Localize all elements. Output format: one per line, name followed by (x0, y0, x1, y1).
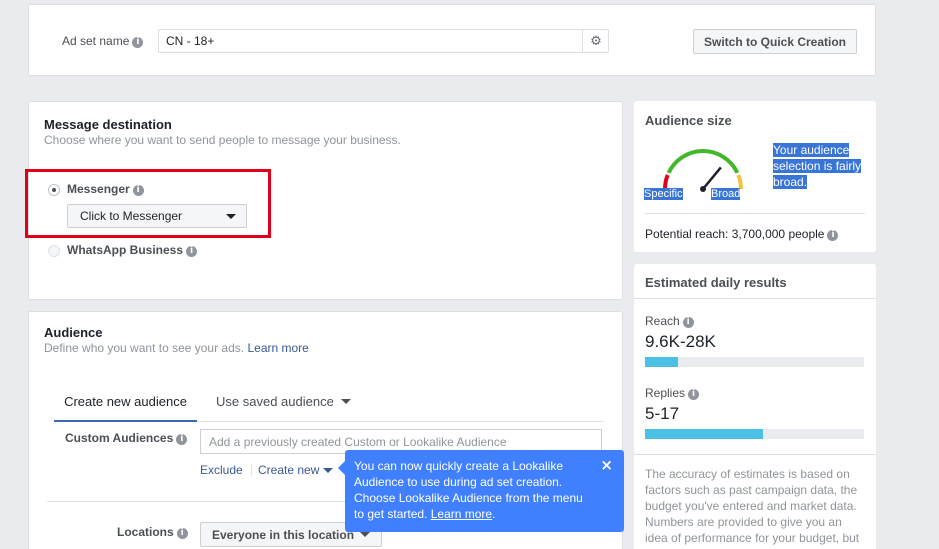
audience-learn-more-link[interactable]: Learn more (247, 341, 308, 355)
audience-title: Audience (44, 325, 103, 340)
whatsapp-option-label: WhatsApp Business i (67, 243, 198, 257)
audience-size-description: Your audience selection is fairly broad. (773, 143, 862, 189)
potential-reach: Potential reach: 3,700,000 people i (645, 227, 839, 241)
switch-quick-creation-button[interactable]: Switch to Quick Creation (693, 29, 857, 54)
reach-label: Reach i (645, 314, 694, 328)
audience-size-title: Audience size (645, 113, 732, 128)
tooltip-learn-more-link[interactable]: Learn more (431, 507, 492, 521)
gear-icon: ⚙ (590, 33, 602, 49)
link-separator: | (250, 462, 254, 476)
chevron-down-icon (226, 213, 236, 219)
gauge-label-broad: Broad (711, 188, 741, 200)
locations-label: Locations i (117, 525, 188, 539)
info-icon: i (688, 389, 700, 400)
create-new-link[interactable]: Create new (258, 463, 333, 477)
gauge-hub (700, 186, 706, 192)
close-icon[interactable]: × (600, 457, 613, 473)
chevron-down-icon (341, 399, 352, 404)
messenger-option-label: Messenger i (67, 182, 144, 196)
message-destination-card: Message destination Choose where you wan… (25, 101, 623, 300)
info-icon: i (682, 317, 694, 328)
adset-name-input[interactable]: CN - 18+ (158, 29, 609, 53)
message-destination-title: Message destination (44, 117, 172, 132)
adset-name-settings[interactable]: ⚙ (582, 29, 609, 53)
chevron-down-icon (360, 532, 371, 537)
info-icon: i (132, 185, 144, 196)
adset-name-label: Ad set name i (62, 34, 144, 48)
info-icon: i (186, 246, 198, 257)
gauge-label-specific: Specific (644, 188, 683, 200)
reach-bar (645, 357, 864, 367)
exclude-link[interactable]: Exclude (200, 463, 243, 477)
divider (645, 213, 865, 214)
audience-tabs: Create new audience Use saved audience (54, 386, 604, 422)
replies-value: 5-17 (645, 404, 680, 423)
estimated-daily-results-title: Estimated daily results (645, 275, 787, 290)
info-icon: i (176, 434, 188, 445)
message-destination-subtitle: Choose where you want to send people to … (44, 133, 401, 147)
reach-value: 9.6K-28K (645, 332, 716, 351)
messenger-type-dropdown[interactable]: Click to Messenger (67, 204, 247, 228)
info-icon: i (176, 528, 188, 539)
lookalike-tooltip: You can now quickly create a Lookalike A… (338, 450, 624, 532)
estimated-daily-results-card: Estimated daily results Reach i 9.6K-28K … (634, 264, 876, 549)
gauge-segment-specific (663, 174, 670, 190)
info-icon: i (132, 37, 144, 48)
audience-size-card: Audience size Specific Broad Your audien… (634, 101, 876, 252)
tooltip-arrow (338, 461, 345, 475)
radio-whatsapp[interactable] (48, 245, 60, 257)
radio-dot (52, 188, 56, 192)
audience-subtitle: Define who you want to see your ads. (44, 341, 245, 355)
replies-bar (645, 429, 864, 439)
audience-subtitle-row: Define who you want to see your ads. Lea… (44, 341, 309, 355)
chevron-down-icon (322, 468, 333, 473)
gauge-segment-ideal (666, 149, 740, 174)
tab-create-new-audience[interactable]: Create new audience (54, 386, 197, 422)
replies-bar-fill (645, 429, 764, 439)
custom-audiences-label: Custom Audiences i (65, 431, 188, 445)
tab-use-saved-audience[interactable]: Use saved audience (216, 386, 352, 422)
tooltip-period: . (492, 507, 496, 521)
info-icon: i (827, 230, 839, 241)
reach-bar-fill (645, 357, 678, 367)
replies-label: Replies i (645, 386, 700, 400)
estimates-disclaimer: The accuracy of estimates is based on fa… (645, 467, 860, 545)
gauge-segment-broad (736, 174, 743, 190)
adset-name-card: Ad set name i CN - 18+ ⚙ Switch to Quick … (28, 4, 876, 76)
divider (634, 454, 876, 455)
divider (634, 298, 876, 299)
gauge-needle (702, 166, 722, 190)
radio-messenger[interactable] (48, 184, 60, 196)
